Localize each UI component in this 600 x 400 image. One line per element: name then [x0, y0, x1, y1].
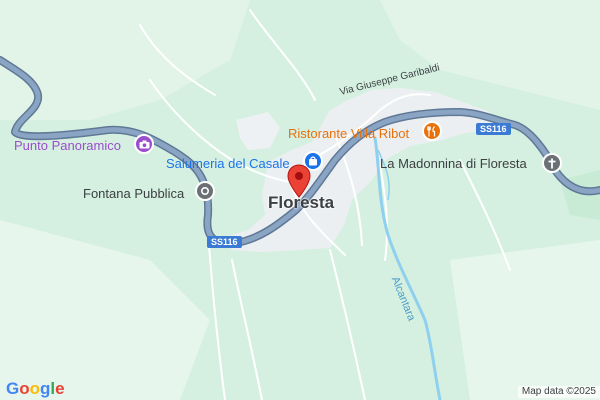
poi-label-la-madonnina-di-floresta[interactable]: La Madonnina di Floresta [380, 157, 527, 170]
map-canvas[interactable]: Via Giuseppe Garibaldi Alcantara SS116 S… [0, 0, 600, 400]
route-shield-ss116: SS116 [476, 123, 511, 135]
location-pin-icon[interactable] [286, 164, 312, 198]
urban-area [236, 112, 280, 150]
terrain-patch [0, 220, 210, 400]
poi-label-ristorante-villa-ribot[interactable]: Ristorante Villa Ribot [288, 127, 409, 140]
route-shield-ss116: SS116 [207, 236, 242, 248]
terrain-patch [450, 240, 600, 400]
google-logo: Google [6, 379, 65, 398]
poi-label-fontana-pubblica[interactable]: Fontana Pubblica [83, 187, 184, 200]
river-alcantara [373, 136, 442, 400]
poi-label-punto-panoramico[interactable]: Punto Panoramico [14, 139, 121, 152]
map-attribution[interactable]: Map data ©2025 [517, 386, 600, 398]
landmark-icon[interactable] [195, 181, 215, 201]
restaurant-icon[interactable] [422, 121, 442, 141]
church-cross-icon[interactable] [542, 153, 562, 173]
poi-label-salumeria-del-casale[interactable]: Salumeria del Casale [166, 157, 290, 170]
camera-icon[interactable] [134, 134, 154, 154]
